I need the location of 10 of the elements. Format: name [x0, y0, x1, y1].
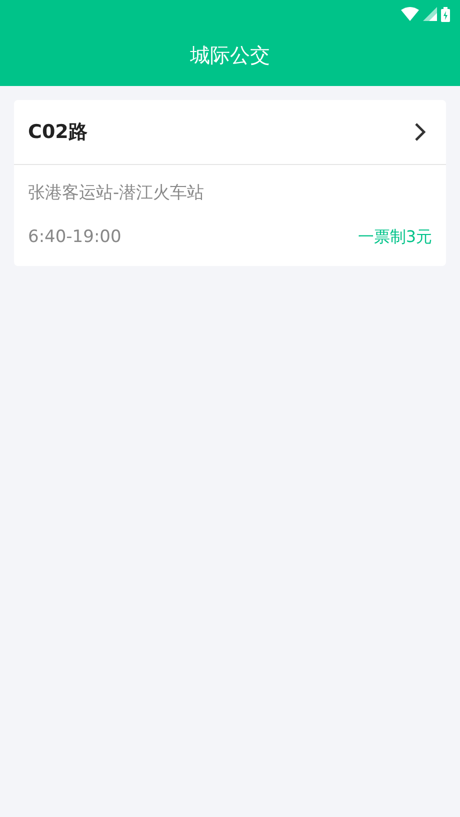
route-card[interactable]: C02路 张港客运站-潜江火车站 6:40-19:00 一票制3元 — [14, 100, 446, 266]
fare-text: 一票制3元 — [358, 226, 432, 248]
route-stops: 张港客运站-潜江火车站 — [28, 182, 206, 205]
battery-icon — [441, 6, 450, 22]
header-title: 城际公交 — [190, 42, 270, 69]
service-hours: 6:40-19:00 — [28, 226, 122, 248]
chevron-right-icon[interactable] — [414, 123, 426, 141]
wifi-icon — [401, 7, 419, 21]
route-name: C02路 — [28, 120, 88, 145]
signal-icon — [423, 7, 437, 21]
